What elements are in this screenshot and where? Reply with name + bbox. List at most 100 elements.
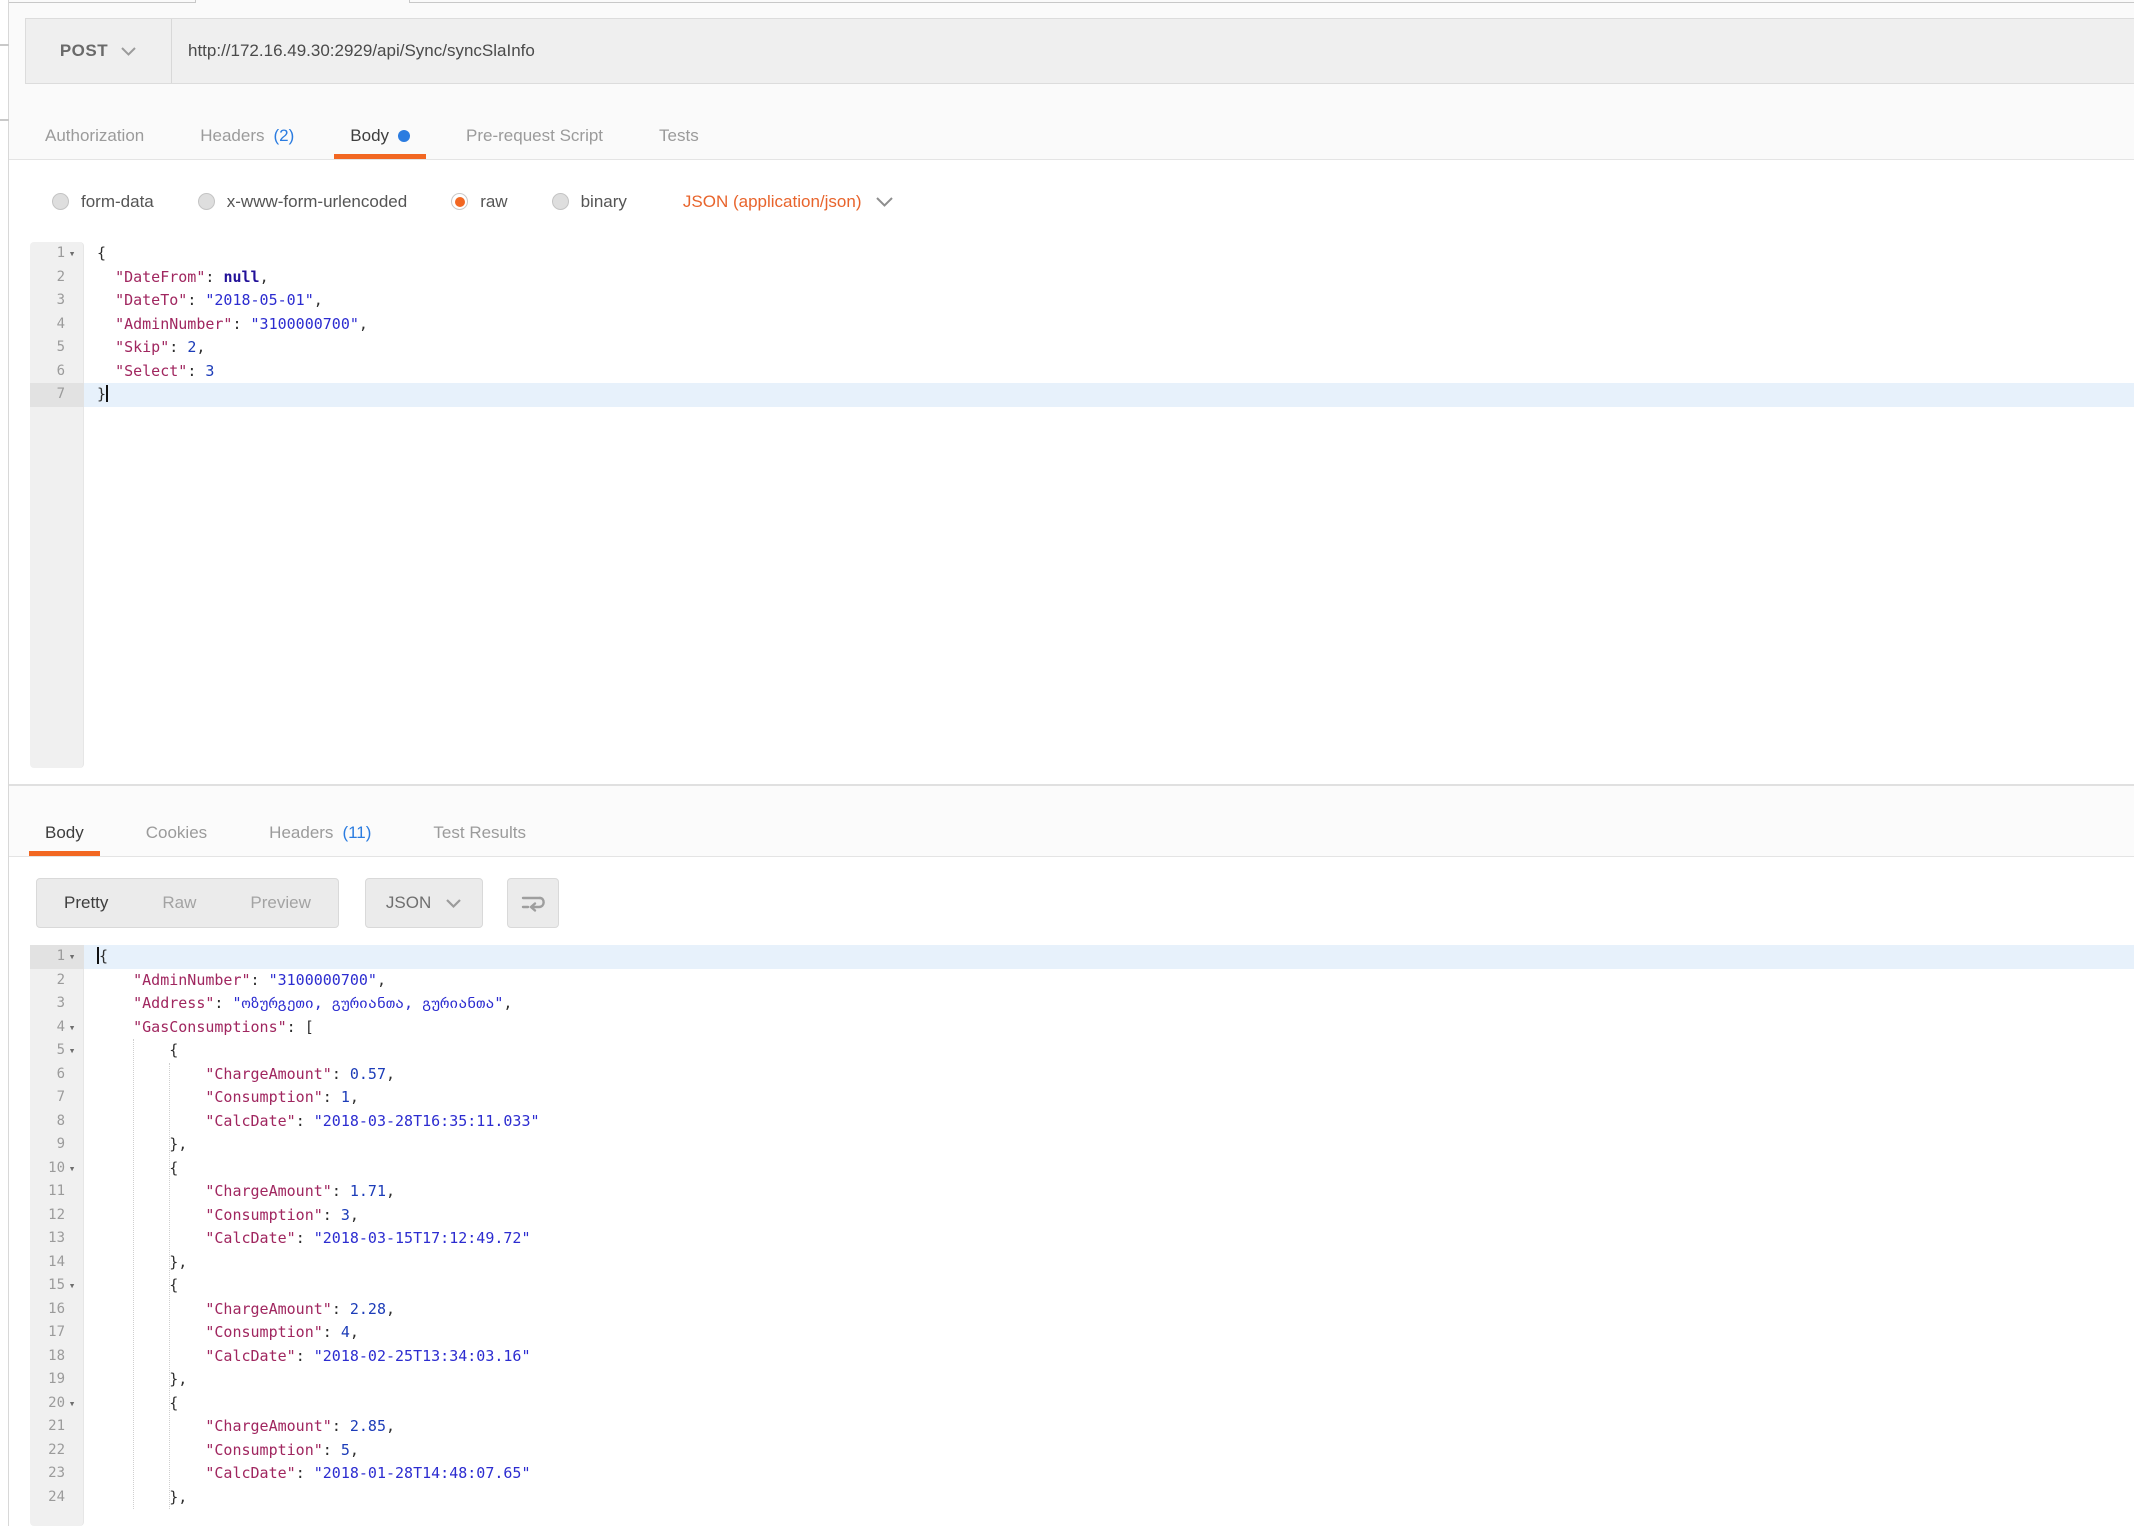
response-tabs: Body Cookies Headers(11) Test Results [45, 810, 526, 856]
request-tab-tests[interactable]: Tests [659, 113, 699, 159]
response-format-label: JSON [386, 893, 431, 913]
response-format-selector[interactable]: JSON [365, 878, 483, 928]
gutter-cell: 2 [30, 969, 84, 993]
gutter-cell: 7 [30, 383, 84, 407]
radio-icon [52, 193, 69, 210]
tab-label: Tests [659, 126, 699, 146]
fold-toggle-icon[interactable]: ▾ [65, 945, 79, 969]
code-token: , [350, 1088, 359, 1106]
code-token: null [223, 268, 259, 286]
body-mode-x-www-form-urlencoded[interactable]: x-www-form-urlencoded [198, 192, 407, 212]
response-body-editor[interactable]: 1▾{2 "AdminNumber": "3100000700",3 "Addr… [30, 945, 2134, 1526]
code-line: 24 }, [30, 1486, 2134, 1510]
code-token [97, 1347, 205, 1365]
fold-toggle-icon[interactable]: ▾ [65, 1274, 79, 1298]
view-mode-pretty[interactable]: Pretty [37, 879, 135, 927]
code-token: 4 [341, 1323, 350, 1341]
fold-toggle-icon[interactable]: ▾ [65, 1392, 79, 1416]
gutter-cell: 5▾ [30, 1039, 84, 1063]
code-line: 6 "ChargeAmount": 0.57, [30, 1063, 2134, 1087]
fold-toggle-icon[interactable]: ▾ [65, 1157, 79, 1181]
code-token: { [97, 244, 106, 262]
line-number: 12 [48, 1204, 65, 1228]
code-token: "CalcDate" [205, 1229, 295, 1247]
code-line: 5▾ { [30, 1039, 2134, 1063]
method-selector[interactable]: POST [26, 19, 172, 83]
view-mode-group: PrettyRawPreview [36, 878, 339, 928]
code-line: 18 "CalcDate": "2018-02-25T13:34:03.16" [30, 1345, 2134, 1369]
code-token: "DateTo" [115, 291, 187, 309]
gutter-cell: 22 [30, 1439, 84, 1463]
gutter-cell: 1▾ [30, 945, 84, 969]
body-mode-binary[interactable]: binary [552, 192, 627, 212]
request-body-editor[interactable]: 1▾{2 "DateFrom": null,3 "DateTo": "2018-… [30, 242, 2134, 768]
tab-label: Authorization [45, 126, 144, 146]
code-token: "2018-03-15T17:12:49.72" [314, 1229, 531, 1247]
content-type-selector[interactable]: JSON (application/json) [683, 192, 895, 212]
code-token [97, 1182, 205, 1200]
code-token: "2018-01-28T14:48:07.65" [314, 1464, 531, 1482]
tab-label: Headers [200, 126, 264, 146]
code-token: "2018-02-25T13:34:03.16" [314, 1347, 531, 1365]
code-token: : [332, 1300, 350, 1318]
tab-label: Body [45, 823, 84, 843]
response-tab-headers[interactable]: Headers(11) [269, 810, 371, 856]
code-line: 11 "ChargeAmount": 1.71, [30, 1180, 2134, 1204]
code-token: : [296, 1229, 314, 1247]
request-tab-headers[interactable]: Headers(2) [200, 113, 294, 159]
code-token: , [350, 1206, 359, 1224]
code-token: "ოზურგეთი, გურიანთა, გურიანთა" [232, 994, 503, 1012]
code-line: 7 "Consumption": 1, [30, 1086, 2134, 1110]
code-token: { [97, 1394, 178, 1412]
line-number: 6 [57, 1063, 65, 1087]
code-token: 2.85 [350, 1417, 386, 1435]
tab-label: Body [350, 126, 389, 146]
view-mode-raw[interactable]: Raw [135, 879, 223, 927]
request-tab-authorization[interactable]: Authorization [45, 113, 144, 159]
body-mode-raw[interactable]: raw [451, 192, 507, 212]
code-content: "Consumption": 3, [84, 1204, 2134, 1228]
code-token: "AdminNumber" [133, 971, 250, 989]
radio-icon [451, 193, 468, 210]
code-token: 3 [205, 362, 214, 380]
request-tab-pre-request-script[interactable]: Pre-request Script [466, 113, 603, 159]
wrap-lines-button[interactable] [507, 878, 559, 928]
response-tab-cookies[interactable]: Cookies [146, 810, 207, 856]
fold-toggle-icon[interactable]: ▾ [65, 242, 79, 266]
line-number: 16 [48, 1298, 65, 1322]
code-token [97, 338, 115, 356]
code-content: { [84, 242, 2134, 266]
code-token: } [97, 385, 106, 403]
gutter-cell: 18 [30, 1345, 84, 1369]
response-tab-test-results[interactable]: Test Results [433, 810, 526, 856]
gutter-cell: 4 [30, 313, 84, 337]
code-content: }, [84, 1486, 2134, 1510]
code-content: { [84, 1039, 2134, 1063]
code-content: "ChargeAmount": 1.71, [84, 1180, 2134, 1204]
code-token [97, 994, 133, 1012]
body-mode-form-data[interactable]: form-data [52, 192, 154, 212]
fold-toggle-icon[interactable]: ▾ [65, 1016, 79, 1040]
code-content: }, [84, 1368, 2134, 1392]
code-token: { [97, 1159, 178, 1177]
code-line: 21 "ChargeAmount": 2.85, [30, 1415, 2134, 1439]
code-token: "ChargeAmount" [205, 1065, 331, 1083]
code-token: : [214, 994, 232, 1012]
code-token: "Select" [115, 362, 187, 380]
view-mode-preview[interactable]: Preview [223, 879, 337, 927]
code-token: "DateFrom" [115, 268, 205, 286]
code-line: 14 }, [30, 1251, 2134, 1275]
sidebar-edge-separator [0, 119, 9, 121]
code-token: , [386, 1300, 395, 1318]
fold-toggle-icon[interactable]: ▾ [65, 1039, 79, 1063]
response-tab-body[interactable]: Body [45, 810, 84, 856]
radio-label: x-www-form-urlencoded [227, 192, 407, 212]
gutter-cell: 23 [30, 1462, 84, 1486]
url-input[interactable]: http://172.16.49.30:2929/api/Sync/syncSl… [172, 19, 2134, 83]
code-content: "Select": 3 [84, 360, 2134, 384]
code-token: : [323, 1441, 341, 1459]
code-content: "CalcDate": "2018-01-28T14:48:07.65" [84, 1462, 2134, 1486]
body-mode-options: form-data x-www-form-urlencoded raw binary [52, 192, 627, 212]
tab-count-badge: (11) [342, 823, 371, 843]
request-tab-body[interactable]: Body [350, 113, 410, 159]
